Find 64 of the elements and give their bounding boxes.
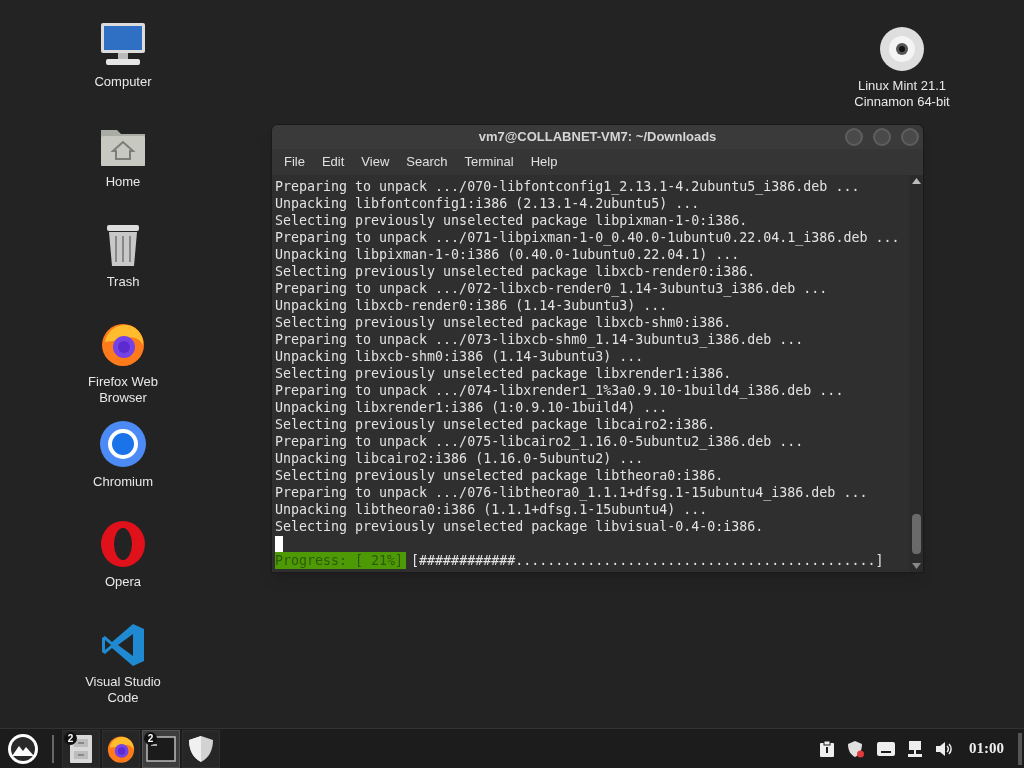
keyboard-icon[interactable] <box>877 741 895 756</box>
terminal-line: Preparing to unpack .../073-libxcb-shm0_1.14-3ubuntu3_i386.deb ... <box>275 331 805 348</box>
menu-item[interactable]: File <box>276 152 313 172</box>
computer-monitor-icon[interactable] <box>98 20 148 68</box>
terminal-line: Unpacking libxcb-render0:i386 (1.14-3ubuntu3) ... <box>275 297 669 314</box>
count-badge: 2 <box>144 731 157 745</box>
volume-icon[interactable] <box>935 740 953 757</box>
scroll-down-icon[interactable] <box>912 562 921 570</box>
network-icon[interactable] <box>907 739 923 758</box>
terminal-line: Unpacking libxcb-shm0:i386 (1.14-3ubuntu3) ... <box>275 348 645 365</box>
count-badge: 2 <box>64 731 77 745</box>
desktop-icon-label[interactable]: Opera <box>104 574 142 590</box>
chromium-icon[interactable] <box>99 420 147 468</box>
clipboard-icon[interactable] <box>819 739 835 758</box>
clock[interactable]: 01:00 <box>969 737 1004 760</box>
terminal-line: Selecting previously unselected package libxrender1:i386. <box>275 365 733 382</box>
file-cabinet-icon <box>69 733 93 764</box>
desktop-icon-label[interactable]: Home <box>105 174 141 190</box>
desktop-icon-label[interactable]: Computer <box>94 74 152 90</box>
terminal-line: Preparing to unpack .../075-libcairo2_1.16.0-5ubuntu2_i386.deb ... <box>275 433 805 450</box>
desktop-icon-label[interactable]: Visual Studio Code <box>78 674 168 706</box>
terminal-line: Preparing to unpack .../074-libxrender1_1%3a0.9.10-1build4_i386.deb ... <box>275 382 845 399</box>
terminal-line: Preparing to unpack .../070-libfontconfig1_2.13.1-4.2ubuntu5_i386.deb ... <box>275 178 861 195</box>
terminal-line: Selecting previously unselected package libxcb-shm0:i386. <box>275 314 733 331</box>
menu-item[interactable]: Search <box>398 152 456 172</box>
desktop-icon-label[interactable]: Firefox Web Browser <box>78 374 168 406</box>
terminal-line: Unpacking libcairo2:i386 (1.16.0-5ubuntu2) ... <box>275 450 645 467</box>
disc-icon[interactable] <box>879 26 925 72</box>
terminal-line: Selecting previously unselected package libxcb-render0:i386. <box>275 263 757 280</box>
terminal-line: Unpacking libpixman-1-0:i386 (0.40.0-1ubuntu0.22.04.1) ... <box>275 246 741 263</box>
menu-item[interactable]: View <box>353 152 398 172</box>
terminal-line: Preparing to unpack .../076-libtheora0_1.1.1+dfsg.1-15ubuntu4_i386.deb ... <box>275 484 869 501</box>
terminal-icon <box>146 735 176 762</box>
opera-icon[interactable] <box>100 520 146 568</box>
vscode-icon[interactable] <box>100 622 146 668</box>
taskbar-button[interactable] <box>102 729 140 768</box>
scrollbar-thumb[interactable] <box>912 514 921 554</box>
desktop-icon-label[interactable]: Linux Mint 21.1 Cinnamon 64-bit <box>847 78 957 110</box>
terminal-line: Unpacking libfontconfig1:i386 (2.13.1-4.2ubuntu5) ... <box>275 195 701 212</box>
terminal-line: Unpacking libtheora0:i386 (1.1.1+dfsg.1-15ubuntu4) ... <box>275 501 709 518</box>
taskbar-button[interactable] <box>182 729 220 768</box>
shield-alert-icon[interactable] <box>847 739 865 758</box>
terminal-line: Unpacking libxrender1:i386 (1:0.9.10-1build4) ... <box>275 399 669 416</box>
menu-item[interactable]: Terminal <box>456 152 522 172</box>
progress-bar-text: [############.............................................] <box>411 552 884 569</box>
desktop-icon-label[interactable]: Chromium <box>93 474 153 490</box>
terminal-line: Selecting previously unselected package libvisual-0.4-0:i386. <box>275 518 765 535</box>
taskbar-button[interactable]: 2 <box>142 729 180 768</box>
window-title: vm7@COLLABNET-VM7: ~/Downloads <box>478 128 717 147</box>
scroll-up-icon[interactable] <box>912 177 921 185</box>
progress-label: Progress: [ 21%] <box>275 552 407 569</box>
terminal-line: Selecting previously unselected package libpixman-1-0:i386. <box>275 212 749 229</box>
menu-button[interactable] <box>6 731 40 766</box>
terminal-line: Selecting previously unselected package libcairo2:i386. <box>275 416 717 433</box>
shield-icon <box>188 734 214 763</box>
text-cursor <box>275 535 283 552</box>
menu-item[interactable]: Edit <box>313 152 353 172</box>
scrollbar[interactable] <box>909 175 923 572</box>
desktop-icon-label[interactable]: Trash <box>106 274 140 290</box>
menu-item[interactable]: Help <box>522 152 566 172</box>
terminal-line: Preparing to unpack .../072-libxcb-render0_1.14-3ubuntu3_i386.deb ... <box>275 280 829 297</box>
taskbar-button[interactable]: 2 <box>62 729 100 768</box>
terminal-line: Preparing to unpack .../071-libpixman-1-0_0.40.0-1ubuntu0.22.04.1_i386.deb ... <box>275 229 901 246</box>
terminal-line: Selecting previously unselected package libtheora0:i386. <box>275 467 725 484</box>
